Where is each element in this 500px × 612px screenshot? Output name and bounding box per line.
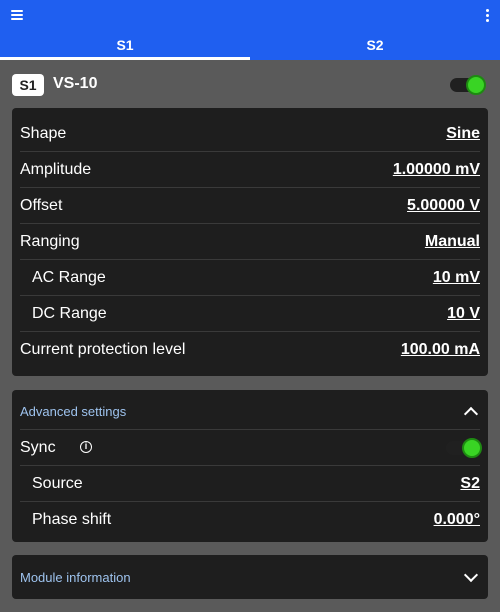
toggle-knob — [466, 75, 486, 95]
phase-shift-value[interactable]: 0.000° — [434, 511, 480, 529]
ac-range-value[interactable]: 10 mV — [433, 269, 480, 287]
dc-range-row: DC Range 10 V — [20, 296, 480, 332]
tab-s1[interactable]: S1 — [0, 32, 250, 60]
amplitude-label: Amplitude — [20, 161, 91, 179]
dc-range-label: DC Range — [20, 305, 107, 323]
source-value[interactable]: S2 — [460, 475, 480, 493]
tab-s2[interactable]: S2 — [250, 32, 500, 60]
ranging-value[interactable]: Manual — [425, 233, 480, 251]
device-name: VS-10 — [53, 75, 97, 93]
module-information-card: Module information — [12, 555, 488, 599]
amplitude-row: Amplitude 1.00000 mV — [20, 152, 480, 188]
advanced-settings-card: Advanced settings Sync i Source S2 Phase… — [12, 390, 488, 542]
ac-range-row: AC Range 10 mV — [20, 260, 480, 296]
device-header: S1 VS-10 — [12, 72, 488, 98]
module-information-header[interactable]: Module information — [20, 559, 480, 595]
offset-row: Offset 5.00000 V — [20, 188, 480, 224]
ranging-row: Ranging Manual — [20, 224, 480, 260]
dc-range-value[interactable]: 10 V — [447, 305, 480, 323]
tab-bar: S1 S2 — [0, 32, 500, 60]
advanced-settings-header[interactable]: Advanced settings — [20, 394, 480, 430]
phase-shift-label: Phase shift — [20, 511, 111, 529]
current-protection-row: Current protection level 100.00 mA — [20, 332, 480, 368]
sync-label: Sync — [20, 439, 56, 456]
channel-badge: S1 — [12, 74, 44, 96]
shape-label: Shape — [20, 125, 66, 143]
ac-range-label: AC Range — [20, 269, 106, 287]
advanced-settings-title: Advanced settings — [20, 404, 126, 419]
source-label: Source — [20, 475, 83, 493]
kebab-icon[interactable] — [484, 9, 490, 23]
menu-icon[interactable] — [11, 10, 23, 20]
shape-row: Shape Sine — [20, 116, 480, 152]
current-protection-label: Current protection level — [20, 341, 185, 359]
top-app-bar — [0, 0, 500, 32]
output-enable-toggle[interactable] — [450, 78, 484, 92]
info-icon[interactable]: i — [80, 441, 92, 453]
module-information-title: Module information — [20, 570, 131, 585]
sync-row: Sync i — [20, 430, 480, 466]
shape-value[interactable]: Sine — [446, 125, 480, 143]
chevron-down-icon[interactable] — [464, 567, 478, 581]
ranging-label: Ranging — [20, 233, 80, 251]
phase-shift-row: Phase shift 0.000° — [20, 502, 480, 538]
sync-toggle[interactable] — [446, 441, 480, 455]
source-row: Source S2 — [20, 466, 480, 502]
settings-card: Shape Sine Amplitude 1.00000 mV Offset 5… — [12, 108, 488, 376]
current-protection-value[interactable]: 100.00 mA — [401, 341, 480, 359]
offset-value[interactable]: 5.00000 V — [407, 197, 480, 215]
chevron-up-icon[interactable] — [464, 407, 478, 421]
toggle-knob — [462, 438, 482, 458]
amplitude-value[interactable]: 1.00000 mV — [393, 161, 480, 179]
offset-label: Offset — [20, 197, 62, 215]
